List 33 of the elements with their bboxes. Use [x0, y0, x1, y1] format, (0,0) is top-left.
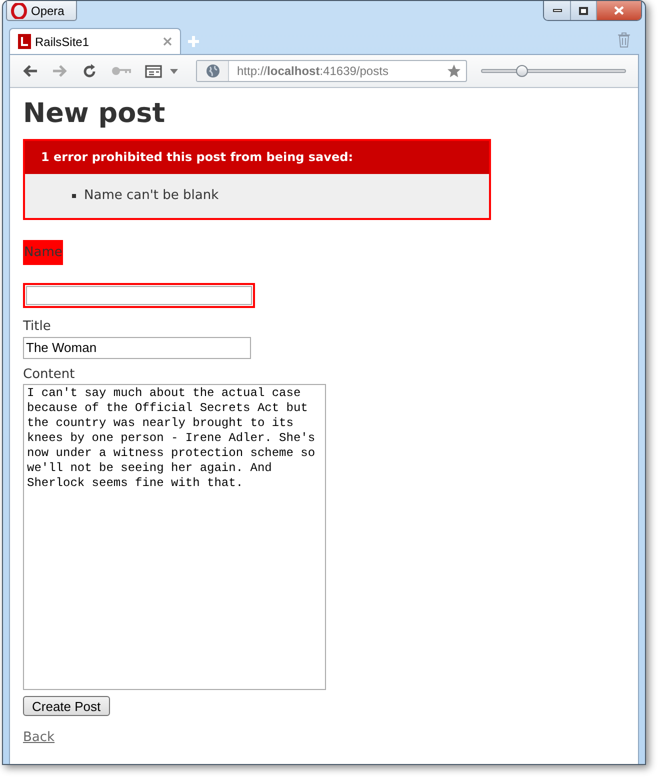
- field-label: Content: [23, 366, 75, 384]
- minimize-button[interactable]: [544, 1, 571, 20]
- bullet-icon: [72, 194, 76, 198]
- back-link[interactable]: Back: [23, 728, 55, 748]
- url-text: http://localhost:41639/posts: [236, 63, 390, 80]
- rails-logo-icon: [18, 34, 31, 49]
- browser-tab[interactable]: RailsSite1: [9, 28, 181, 54]
- input-field[interactable]: The Woman: [23, 336, 251, 358]
- back-arrow-icon[interactable]: [22, 64, 38, 78]
- close-icon: [614, 6, 624, 15]
- reload-icon[interactable]: [82, 64, 97, 78]
- error-title: 1 error prohibited this post from being saved:: [25, 141, 489, 174]
- page-heading: New post: [23, 98, 166, 130]
- address-bar[interactable]: http://localhost:41639/posts: [196, 60, 467, 82]
- close-button[interactable]: [597, 1, 641, 20]
- opera-menu-button[interactable]: Opera: [6, 1, 78, 21]
- content-textarea[interactable]: I can't say much about the actual case because of the Official Secrets Act but the country was nearly brought to its knees by one person - Irene Adler. She's now under a witness protection scheme so we'll not be seeing her again. And Sherlock seems fine with that.: [23, 384, 326, 690]
- zoom-slider[interactable]: [481, 64, 626, 78]
- create-post-button[interactable]: Create Post: [23, 696, 110, 716]
- star-icon[interactable]: [447, 64, 461, 78]
- globe-icon: [206, 64, 220, 78]
- maximize-button[interactable]: [571, 1, 597, 20]
- opera-logo-icon: [11, 2, 27, 18]
- panel-icon[interactable]: [145, 64, 162, 78]
- close-tab-icon[interactable]: [163, 37, 172, 46]
- error-message: Name can't be blank: [84, 187, 219, 205]
- input-field[interactable]: [23, 283, 255, 308]
- trash-icon[interactable]: [617, 32, 631, 48]
- tab-title: RailsSite1: [35, 34, 90, 50]
- forward-arrow-icon[interactable]: [52, 64, 68, 78]
- field-label: Name: [23, 240, 64, 265]
- dropdown-caret-icon[interactable]: [170, 68, 178, 74]
- field-label: Title: [23, 318, 51, 336]
